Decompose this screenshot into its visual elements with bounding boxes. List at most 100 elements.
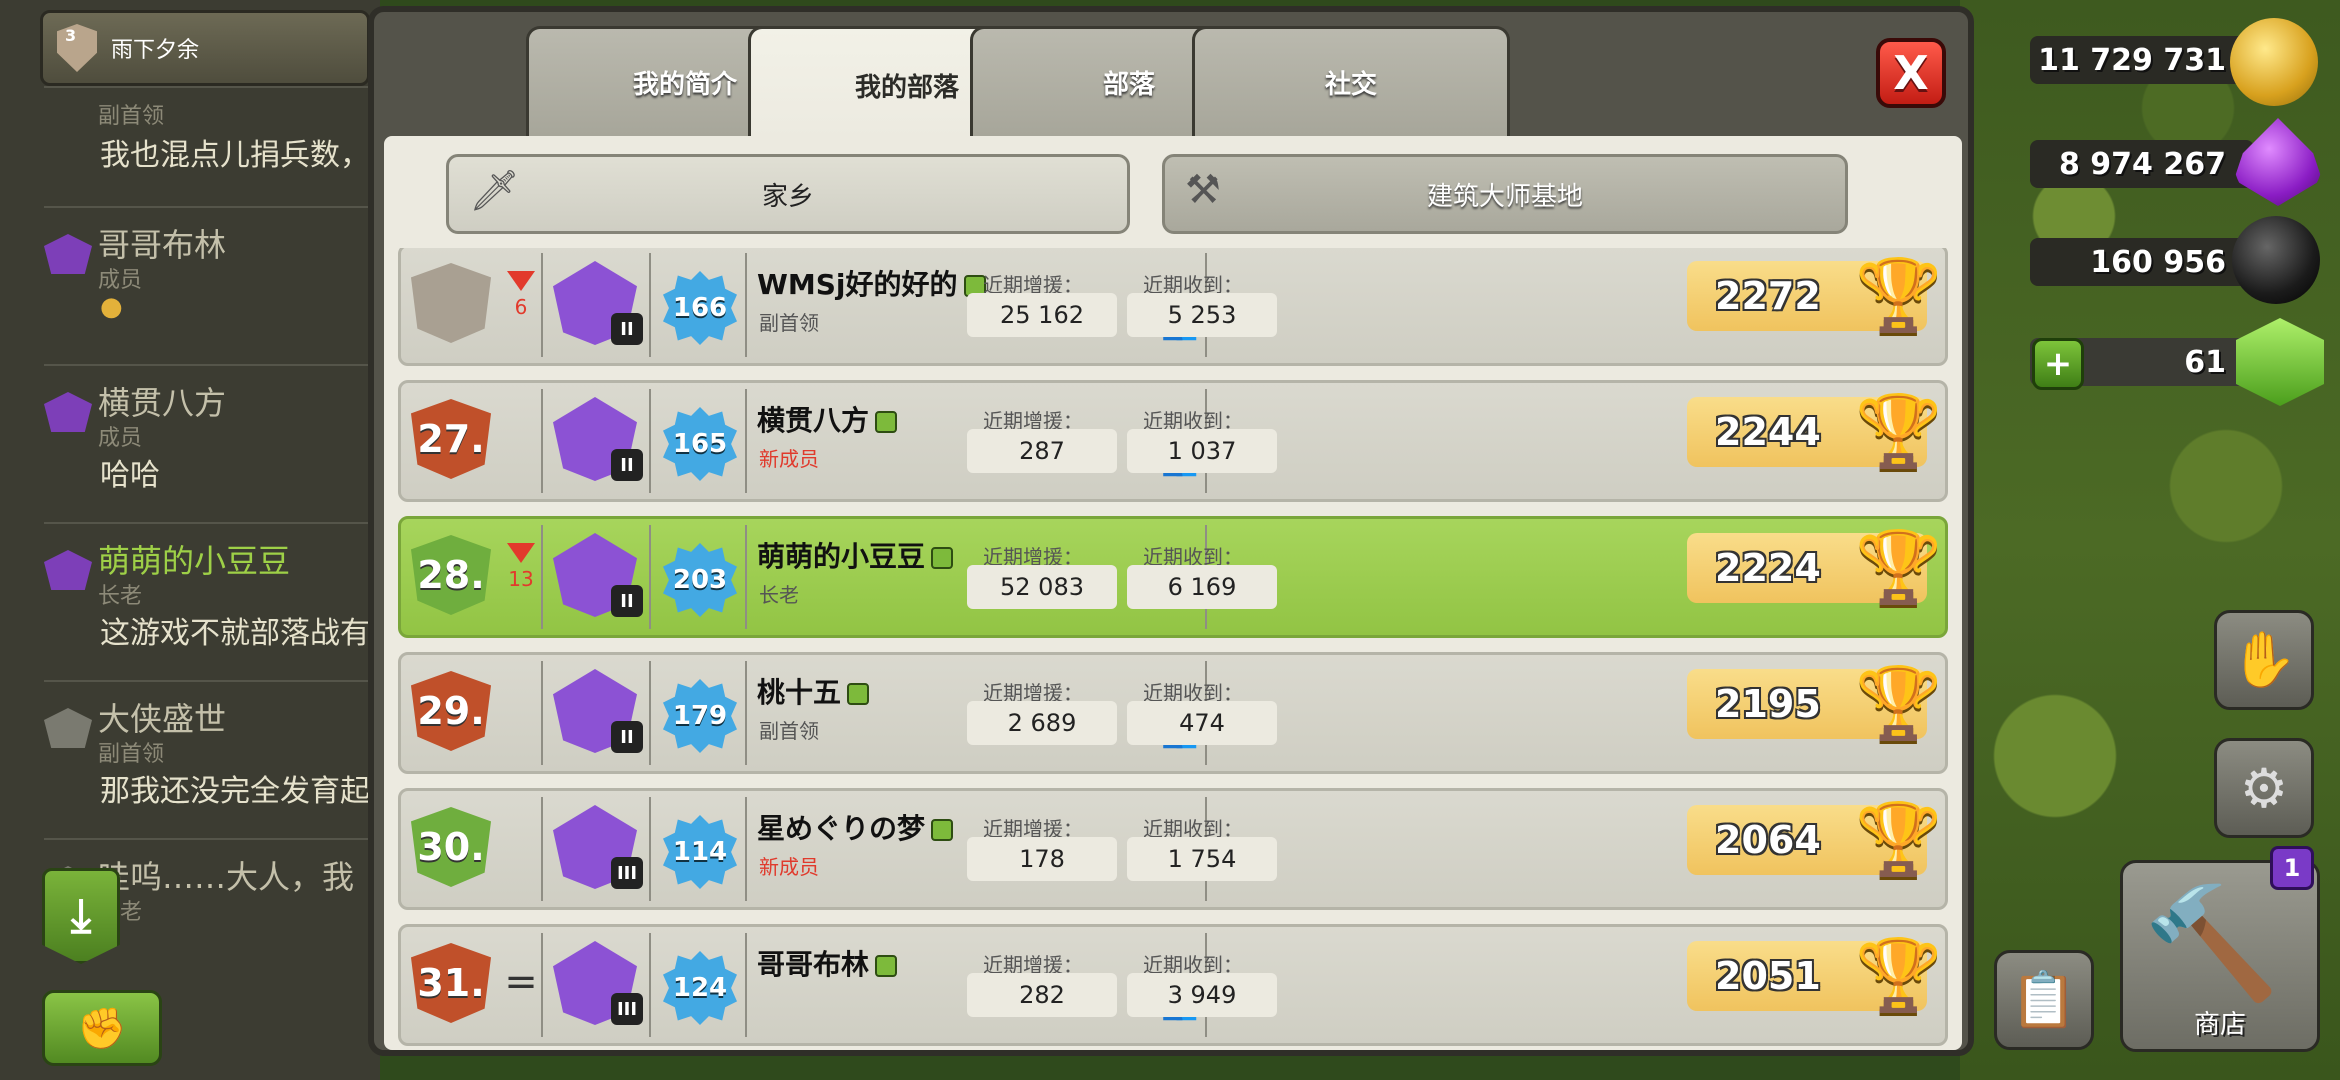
received-value: 474 [1127, 701, 1277, 745]
divider [649, 933, 651, 1037]
member-name-text: 星めぐりの梦 [757, 812, 926, 845]
player-level-shield-icon: 3 [57, 24, 97, 72]
tab-social[interactable]: 社交 [1192, 26, 1510, 136]
chat-author[interactable]: 哥哥布林 [98, 220, 226, 266]
gold-counter: 11 729 731 [2030, 36, 2254, 84]
chat-text: 那我还没完全发育起 [100, 774, 370, 809]
divider [541, 797, 543, 901]
chat-author-role: 成员 [98, 268, 143, 293]
rank-unchanged-icon: = [504, 959, 538, 1005]
member-role: 副首领 [759, 719, 819, 743]
trophy-value: 2272 [1715, 274, 1821, 318]
divider [541, 389, 543, 493]
player-level: 3 [65, 26, 77, 45]
chat-author[interactable]: 横贯八方 [98, 378, 226, 424]
member-name[interactable]: 哥哥布林 [757, 943, 898, 983]
divider [745, 525, 747, 629]
league-tier: II [611, 449, 643, 481]
chat-author-role: 副首领 [98, 742, 165, 767]
chat-author[interactable]: 萌萌的小豆豆 [98, 536, 290, 582]
shop-hammer-icon: 🔨 [2143, 879, 2280, 1007]
donated-value: 287 [967, 429, 1117, 473]
member-name[interactable]: WMSj好的好的 [757, 263, 986, 303]
settings-button[interactable]: ⚙ [2214, 738, 2314, 838]
elixir-counter: 8 974 267 [2030, 140, 2254, 188]
trophy-value: 2064 [1715, 818, 1821, 862]
gear-icon: ⚙ [2239, 756, 2289, 820]
chat-author-role: 副首领 [98, 104, 165, 129]
shop-label: 商店 [2193, 1010, 2246, 1040]
rank-down-arrow-icon [507, 271, 535, 291]
league-tier: II [611, 585, 643, 617]
layout-edit-button[interactable]: ✋ [2214, 610, 2314, 710]
rank-badge: 31. [411, 943, 491, 1023]
member-row[interactable]: 27.II165横贯八方新成员👥近期增援：287近期收到：1 0372244🏆 [398, 380, 1948, 502]
received-value: 1 754 [1127, 837, 1277, 881]
chat-message: 大侠盛世 副首领 那我还没完全发育起 [44, 680, 374, 838]
member-role: 长老 [759, 583, 799, 607]
member-role: 新成员 [759, 447, 819, 471]
member-row[interactable]: 28. 13 II 203 萌萌的小豆豆 长老 近期增援： 52 083 近期收到： 6 169 2… [398, 516, 1948, 638]
chat-message: 哥哥布林 成员 ● [44, 206, 374, 364]
add-gems-button[interactable]: + [2032, 338, 2084, 390]
divider [541, 933, 543, 1037]
member-row[interactable]: 31.=III124哥哥布林👥近期增援：282近期收到：3 9492051🏆 [398, 924, 1948, 1046]
member-name[interactable]: 星めぐりの梦 [757, 807, 954, 847]
chat-message: 横贯八方 成员 哈哈 [44, 364, 374, 522]
divider [541, 661, 543, 765]
divider [745, 389, 747, 493]
member-name[interactable]: 萌萌的小豆豆 [757, 535, 954, 575]
donated-value: 2 689 [967, 701, 1117, 745]
divider [745, 933, 747, 1037]
member-name-text: 萌萌的小豆豆 [757, 540, 926, 573]
trophy-value: 2224 [1715, 546, 1821, 590]
trophy-value: 2195 [1715, 682, 1821, 726]
chat-message: 副首领 我也混点儿捐兵数， [44, 86, 374, 206]
sword-icon: 🗡 [469, 168, 520, 214]
rank-change-value: 13 [508, 567, 534, 591]
member-name-text: 横贯八方 [757, 404, 870, 437]
chat-bubble-icon [931, 819, 954, 841]
member-name[interactable]: 横贯八方 [757, 399, 898, 439]
member-role: 新成员 [759, 855, 819, 879]
divider [541, 525, 543, 629]
chat-toggle-button[interactable]: ✊ [42, 990, 162, 1066]
chat-text: 我也混点儿捐兵数， [100, 138, 370, 173]
chat-bubble-icon [931, 547, 954, 569]
dark-elixir-counter: 160 956 [2030, 238, 2254, 286]
close-button[interactable]: X [1876, 38, 1946, 108]
reaction-icon: ● [100, 292, 123, 322]
chat-header[interactable]: 3 雨下夕余 [40, 10, 370, 86]
donated-value: 52 083 [967, 565, 1117, 609]
league-tier: II [611, 721, 643, 753]
member-list[interactable]: 6II166WMSj好的好的副首领👥近期增援：25 162近期收到：5 2532… [398, 248, 1948, 1050]
divider [649, 525, 651, 629]
chat-author[interactable]: 哇呜……大人，我 [98, 852, 354, 898]
league-badge-icon [44, 550, 92, 590]
chat-bubble-icon [875, 411, 898, 433]
league-badge-icon [44, 708, 92, 748]
league-badge-icon [44, 392, 92, 432]
notes-button[interactable]: 📋 [1994, 950, 2094, 1050]
trophy-icon: 🏆 [1855, 934, 1943, 1016]
tab-builder-base[interactable]: ⚒ 建筑大师基地 [1162, 154, 1848, 234]
download-icon[interactable]: ⤓ [42, 868, 120, 964]
trophy-icon: 🏆 [1855, 254, 1943, 336]
experience-level-badge: 114 [663, 815, 737, 889]
chat-text: 哈哈 [100, 458, 160, 493]
tab-home-village[interactable]: 🗡 家乡 [446, 154, 1130, 234]
divider [649, 389, 651, 493]
chat-bubble-icon [875, 955, 898, 977]
league-tier: III [611, 857, 643, 889]
member-row[interactable]: 29.II179桃十五副首领👥近期增援：2 689近期收到：4742195🏆 [398, 652, 1948, 774]
member-name[interactable]: 桃十五 [757, 671, 870, 711]
divider [745, 797, 747, 901]
hand-arrows-icon: ✋ [2230, 628, 2298, 691]
chat-message: 萌萌的小豆豆 长老 这游戏不就部落战有 [44, 522, 374, 680]
member-row[interactable]: 30. III 114 星めぐりの梦 新成员 近期增援： 178 近期收到： 1 754 2064… [398, 788, 1948, 910]
member-row[interactable]: 6II166WMSj好的好的副首领👥近期增援：25 162近期收到：5 2532… [398, 248, 1948, 366]
rank-badge: 30. [411, 807, 491, 887]
clan-window: 我的简介 我的部落 部落 社交 X 🗡 家乡 ⚒ 建筑大师基地 6 II 166 WM… [368, 6, 1974, 1056]
league-tier: III [611, 993, 643, 1025]
chat-author[interactable]: 大侠盛世 [98, 694, 226, 740]
